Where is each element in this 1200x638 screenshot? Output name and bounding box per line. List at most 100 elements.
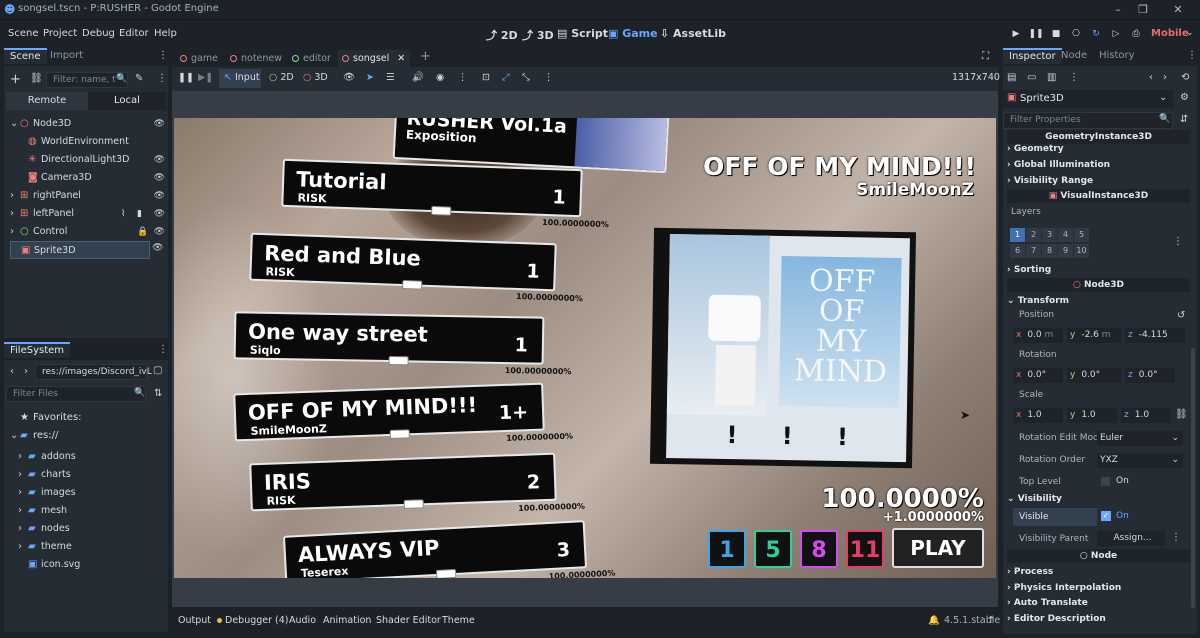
tab-shader-editor[interactable]: Shader Editor <box>376 615 441 626</box>
difficulty-denouement[interactable]: 11 <box>846 530 884 568</box>
eye-icon[interactable]: 👁 <box>154 187 165 205</box>
reload-icon[interactable]: ↻ <box>1087 26 1105 42</box>
scale-z[interactable]: z 1.0 <box>1121 408 1171 423</box>
layer-10[interactable]: 10 <box>1074 244 1089 258</box>
object-selector[interactable]: ▣ Sprite3D ⌄ <box>1003 90 1173 108</box>
menu-debug[interactable]: Debug <box>82 28 115 39</box>
renderer-select[interactable]: Mobile <box>1151 28 1189 39</box>
save-resource-icon[interactable]: ▥ <box>1047 72 1056 83</box>
stretch-icon[interactable]: ⤡ <box>522 72 530 83</box>
layer-9[interactable]: 9 <box>1058 244 1073 258</box>
more-icon[interactable]: ⋮ <box>1069 72 1079 83</box>
tab-scene[interactable]: Scene <box>4 48 47 64</box>
new-resource-icon[interactable]: ▤ <box>1007 72 1016 83</box>
tab-history[interactable]: History <box>1093 48 1141 64</box>
add-tab-icon[interactable]: + <box>416 48 431 65</box>
sort-icon[interactable]: ⇅ <box>154 388 162 399</box>
select-3d[interactable]: ○ 3D <box>303 72 328 83</box>
tab-debugger[interactable]: Debugger (4) <box>225 615 289 626</box>
layers-menu-icon[interactable]: ⋮ <box>1173 236 1183 247</box>
history-back-icon[interactable]: ‹ <box>1149 72 1153 83</box>
bell-icon[interactable]: 🔔 <box>928 615 940 626</box>
tree-control[interactable]: › ○ Control 🔒 👁 <box>4 223 171 241</box>
folder-charts[interactable]: › ▰ charts <box>4 466 171 484</box>
layer-6[interactable]: 6 <box>1010 244 1025 258</box>
minimize-icon[interactable]: – <box>1110 2 1126 18</box>
folder-addons[interactable]: › ▰ addons <box>4 448 171 466</box>
revert-icon[interactable]: ↺ <box>1177 310 1185 321</box>
tab-audio[interactable]: Audio <box>289 615 316 626</box>
more-icon[interactable]: ⋮ <box>1171 532 1181 543</box>
res-root[interactable]: res:// <box>33 430 58 441</box>
audio-icon[interactable]: 🔊 <box>412 72 424 83</box>
next-frame-icon[interactable]: ▶❚ <box>198 72 213 83</box>
game-view[interactable]: RUSHER Vol.1a Exposition Tutorial RISK 1… <box>174 118 996 578</box>
tree-node3d[interactable]: ⌄ ○ Node3D 👁 <box>4 115 171 133</box>
play-button[interactable]: PLAY <box>892 528 984 568</box>
camera-override-icon[interactable]: ◉ <box>436 72 444 83</box>
top-level-checkbox[interactable] <box>1101 477 1110 486</box>
tree-sprite3d[interactable]: ▣ Sprite3D <box>10 241 150 259</box>
expand-icon[interactable]: ⇡ <box>987 615 995 626</box>
mode-3d[interactable]: ⤴ 3D <box>522 27 554 43</box>
tab-filesystem[interactable]: FileSystem <box>4 342 71 358</box>
link-icon[interactable]: ⛓ <box>30 73 43 84</box>
folder-nodes[interactable]: › ▰ nodes <box>4 520 171 538</box>
stop-icon[interactable]: ■ <box>1047 26 1065 42</box>
section-auto-translate[interactable]: › Auto Translate <box>1007 596 1190 610</box>
difficulty-climax[interactable]: 8 <box>800 530 838 568</box>
folder-theme[interactable]: › ▰ theme <box>4 538 171 556</box>
tree-leftpanel[interactable]: › ⊞ leftPanel ⌇ ▮ 👁 <box>4 205 171 223</box>
position-x[interactable]: x 0.0 m <box>1013 328 1063 343</box>
rotation-z[interactable]: z 0.0° <box>1125 368 1175 383</box>
song-card-iris[interactable]: IRIS RISK 2 100.0000000% <box>249 452 585 513</box>
tab-editor[interactable]: editor <box>288 50 338 67</box>
add-node-icon[interactable]: + <box>10 72 21 87</box>
menu-project[interactable]: Project <box>43 28 77 39</box>
menu-editor[interactable]: Editor <box>119 28 149 39</box>
folder-mesh[interactable]: › ▰ mesh <box>4 502 171 520</box>
song-card-off-of-my-mind[interactable]: OFF OF MY MIND!!! SmileMoonZ 1+ 100.0000… <box>233 382 573 443</box>
remote-tab[interactable]: Remote <box>6 92 88 110</box>
section-editor-description[interactable]: › Editor Description <box>1007 612 1190 626</box>
rotation-x[interactable]: x 0.0° <box>1013 368 1063 383</box>
tab-animation[interactable]: Animation <box>323 615 371 626</box>
history-forward-icon[interactable]: › <box>1163 72 1167 83</box>
split-view-icon[interactable]: ▢ <box>153 365 162 376</box>
menu-scene[interactable]: Scene <box>8 28 39 39</box>
tab-theme[interactable]: Theme <box>442 615 475 626</box>
run-current-icon[interactable]: ▷ <box>1107 26 1125 42</box>
pause-game-icon[interactable]: ❚❚ <box>178 72 194 83</box>
mode-assetlib[interactable]: ⇩ AssetLib <box>660 27 726 40</box>
visible-checkbox[interactable]: ✓ <box>1101 511 1111 521</box>
pause-icon[interactable]: ❚❚ <box>1027 26 1045 42</box>
eye-icon[interactable]: 👁 <box>152 243 163 253</box>
tree-directionallight3d[interactable]: ✳ DirectionalLight3D 👁 <box>4 151 171 169</box>
scene-menu-icon[interactable]: ⋮ <box>157 73 167 84</box>
rotation-order-select[interactable]: YXZ ⌄ <box>1097 453 1183 468</box>
select-mode-icon[interactable]: ➤ <box>366 72 374 83</box>
tab-import[interactable]: Import <box>44 48 89 64</box>
tree-rightpanel[interactable]: › ⊞ rightPanel 👁 <box>4 187 171 205</box>
filter-settings-icon[interactable]: ⇵ <box>1180 114 1188 125</box>
fit-icon[interactable]: ⤢ <box>502 72 510 83</box>
file-icon-svg[interactable]: ▣ icon.svg <box>4 556 171 574</box>
tab-songsel[interactable]: songsel ✕ <box>338 50 410 67</box>
tools-icon[interactable]: ⚙ <box>1180 92 1189 103</box>
layer-3[interactable]: 3 <box>1042 228 1057 242</box>
lock-icon[interactable]: 🔒 <box>137 223 148 241</box>
movie-icon[interactable]: ⎙ <box>1127 26 1145 42</box>
song-card-one-way-street[interactable]: One way street Siqlo 1 100.0000000% <box>233 311 572 376</box>
eye-icon[interactable]: 👁 <box>154 115 165 133</box>
object-history-icon[interactable]: ⟲ <box>1181 72 1189 83</box>
close-tab-icon[interactable]: ✕ <box>397 53 405 64</box>
section-visibility[interactable]: ⌄ Visibility <box>1007 492 1190 506</box>
layer-5[interactable]: 5 <box>1074 228 1089 242</box>
section-visibility-range[interactable]: › Visibility Range <box>1007 174 1190 188</box>
position-y[interactable]: y -2.6 m <box>1067 328 1121 343</box>
tab-game[interactable]: game <box>176 50 226 67</box>
dock-menu-icon[interactable]: ⋮ <box>1187 50 1197 61</box>
layer-4[interactable]: 4 <box>1058 228 1073 242</box>
forward-icon[interactable]: › <box>24 366 28 377</box>
rotation-edit-mode-select[interactable]: Euler ⌄ <box>1097 431 1183 446</box>
